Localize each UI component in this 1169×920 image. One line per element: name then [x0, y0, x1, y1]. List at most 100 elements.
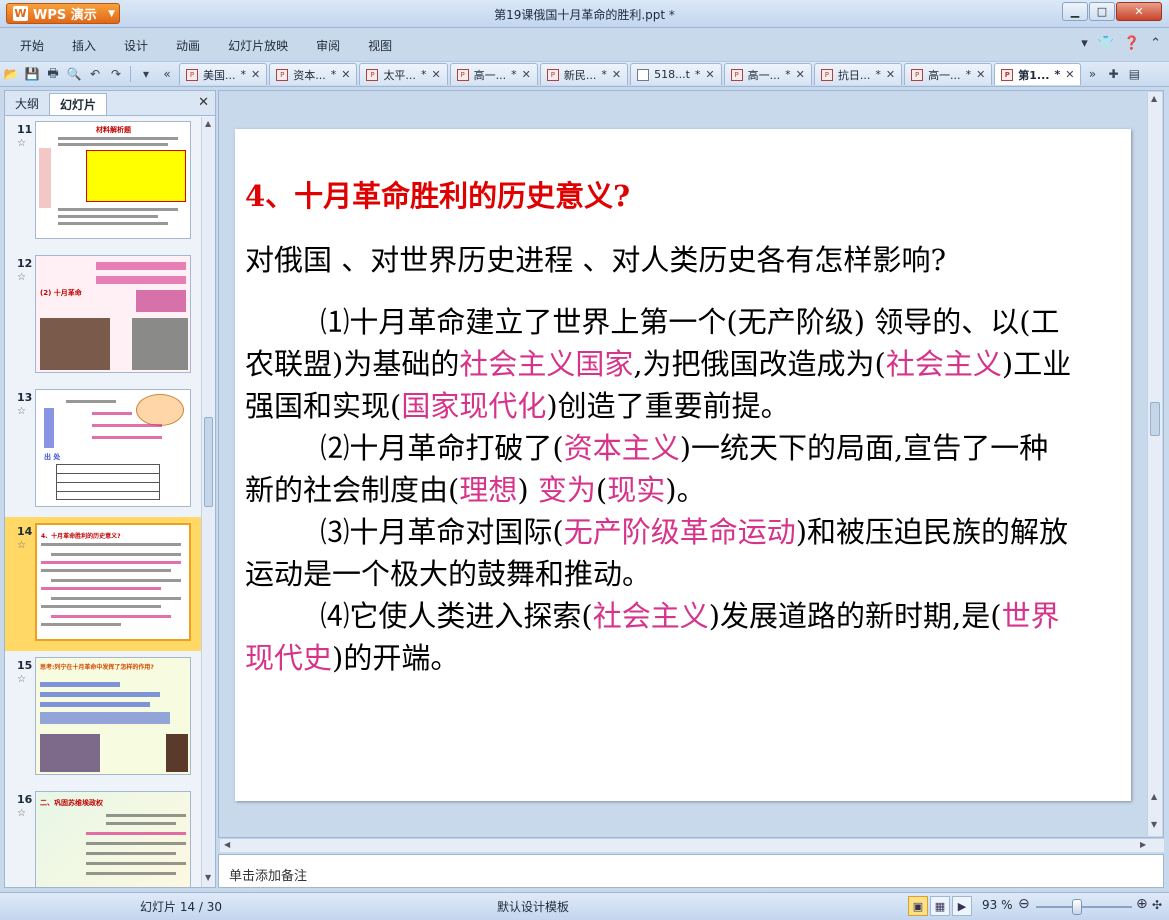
slide-thumbnail-12[interactable]: 12 ☆ (2) 十月革命	[5, 255, 201, 377]
previous-slide-icon[interactable]: ▲	[1151, 792, 1157, 801]
slide-question[interactable]: 对俄国 、对世界历史进程 、对人类历史各有怎样影响?	[245, 237, 946, 279]
doc-tab[interactable]: P 新民... * ✕	[539, 63, 629, 85]
slide-thumbnail-15[interactable]: 15 ☆ 思考:列宁在十月革命中发挥了怎样的作用?	[5, 657, 201, 779]
print-icon[interactable]: 🖶	[43, 64, 63, 84]
close-tab-icon[interactable]: ✕	[431, 68, 440, 81]
design-template-name[interactable]: 默认设计模板	[497, 898, 569, 915]
scrollbar-thumb[interactable]	[204, 417, 213, 507]
thumb-text-line	[58, 215, 158, 218]
print-preview-icon[interactable]: 🔍	[64, 64, 84, 84]
ppt-file-icon: P	[820, 68, 833, 81]
normal-view-button[interactable]: ▣	[908, 896, 928, 916]
modified-mark: *	[875, 68, 881, 81]
help-icon[interactable]: ❓	[1124, 36, 1140, 51]
redo-icon[interactable]: ↷	[106, 64, 126, 84]
menu-review[interactable]: 审阅	[302, 35, 354, 57]
menu-animation[interactable]: 动画	[162, 35, 214, 57]
highlight-text: 无产阶级革命运动	[563, 515, 796, 549]
slide-heading[interactable]: 4、十月革命胜利的历史意义?	[245, 173, 630, 215]
highlight-text: 变为	[537, 473, 596, 507]
menu-slideshow[interactable]: 幻灯片放映	[214, 35, 302, 57]
notes-placeholder[interactable]: 单击添加备注	[229, 865, 307, 884]
menu-home[interactable]: 开始	[0, 35, 58, 57]
slide-body-text[interactable]: ⑴十月革命建立了世界上第一个(无产阶级) 领导的、以(工农联盟)为基础的社会主义…	[245, 301, 1075, 679]
menu-insert[interactable]: 插入	[58, 35, 110, 57]
zoom-slider-track[interactable]	[1036, 906, 1132, 908]
doc-tab[interactable]: P 高一... * ✕	[723, 63, 812, 85]
scroll-down-icon[interactable]: ▼	[205, 873, 211, 882]
close-tab-icon[interactable]: ✕	[612, 68, 621, 81]
doc-tab-label: 抗日...	[837, 68, 871, 82]
doc-tab[interactable]: P 高一... * ✕	[449, 63, 538, 85]
doc-tab[interactable]: P 抗日... * ✕	[813, 63, 903, 85]
slideshow-view-button[interactable]: ▶	[952, 896, 972, 916]
thumbnail-scrollbar[interactable]: ▲ ▼	[201, 117, 215, 887]
tab-slides[interactable]: 幻灯片	[49, 93, 108, 115]
scroll-up-icon[interactable]: ▲	[1151, 94, 1157, 103]
scroll-left-icon[interactable]: ◀	[224, 840, 230, 849]
scrollbar-thumb[interactable]	[1150, 402, 1160, 436]
slide-number: 12	[17, 257, 33, 270]
slide-thumbnail-14[interactable]: 14 ☆ 4、十月革命胜利的历史意义?	[5, 517, 201, 651]
ppt-file-icon: P	[546, 68, 559, 81]
tabs-scroll-left-icon[interactable]: «	[157, 64, 177, 84]
text-run: (	[595, 473, 608, 507]
tabs-scroll-right-icon[interactable]: »	[1082, 64, 1102, 84]
thumb-text-line	[58, 208, 178, 211]
close-tab-icon[interactable]: ✕	[976, 68, 985, 81]
zoom-level[interactable]: 93 %	[982, 898, 1013, 912]
close-tab-icon[interactable]: ✕	[251, 68, 260, 81]
current-slide[interactable]: 4、十月革命胜利的历史意义? 对俄国 、对世界历史进程 、对人类历史各有怎样影响…	[235, 129, 1131, 801]
thumb-title: 二、巩固苏维埃政权	[40, 799, 103, 807]
slide-thumbnail-13[interactable]: 13 ☆ 出 处	[5, 389, 201, 511]
tab-outline[interactable]: 大纲	[5, 93, 49, 115]
doc-tab[interactable]: P 高一... * ✕	[904, 63, 993, 85]
close-tab-icon[interactable]: ✕	[796, 68, 805, 81]
open-folder-icon[interactable]: 📂	[1, 64, 21, 84]
close-tab-icon[interactable]: ✕	[1065, 68, 1074, 81]
zoom-in-icon[interactable]: ⊕	[1136, 896, 1148, 912]
close-tab-icon[interactable]: ✕	[886, 68, 895, 81]
tab-list-icon[interactable]: ▤	[1124, 64, 1144, 84]
slide-thumbnail-16[interactable]: 16 ☆ 二、巩固苏维埃政权	[5, 791, 201, 887]
menu-view[interactable]: 视图	[354, 35, 406, 57]
save-icon[interactable]: 💾	[22, 64, 42, 84]
customize-icon[interactable]: ▾	[136, 64, 156, 84]
close-window-button[interactable]: ✕	[1116, 2, 1162, 21]
scroll-up-icon[interactable]: ▲	[205, 119, 211, 128]
doc-tab[interactable]: P 资本... * ✕	[269, 63, 358, 85]
close-tab-icon[interactable]: ✕	[341, 68, 350, 81]
chevron-down-icon[interactable]: ▾	[1081, 36, 1088, 51]
animation-star-icon: ☆	[17, 138, 26, 149]
menu-design[interactable]: 设计	[110, 35, 162, 57]
doc-tab[interactable]: P 太平... * ✕	[359, 63, 448, 85]
slide-horizontal-scrollbar[interactable]: ◀ ▶	[220, 838, 1164, 852]
zoom-out-icon[interactable]: ⊖	[1018, 896, 1030, 912]
next-slide-icon[interactable]: ▼	[1151, 820, 1157, 829]
scroll-right-icon[interactable]: ▶	[1140, 840, 1146, 849]
minimize-button[interactable]: ▁	[1062, 2, 1088, 21]
thumb-text-line	[86, 842, 186, 845]
slide-vertical-scrollbar[interactable]: ▲ ▲ ▼	[1147, 92, 1162, 836]
zoom-slider-handle[interactable]	[1072, 899, 1082, 915]
doc-tab-active[interactable]: P 第1... * ✕	[994, 63, 1082, 85]
paragraph-2: ⑵十月革命打破了(资本主义)一统天下的局面,宣告了一种新的社会制度由(理想) 变…	[245, 427, 1075, 511]
undo-icon[interactable]: ↶	[85, 64, 105, 84]
slide-thumbnail-11[interactable]: 11 ☆ 材料解析题	[5, 121, 201, 243]
close-tab-icon[interactable]: ✕	[522, 68, 531, 81]
collapse-ribbon-icon[interactable]: ⌃	[1150, 36, 1161, 51]
fit-window-icon[interactable]: ✣	[1152, 898, 1162, 912]
close-tab-icon[interactable]: ✕	[705, 68, 714, 81]
maximize-button[interactable]: □	[1089, 2, 1115, 21]
ppt-file-icon: P	[366, 68, 379, 81]
new-tab-icon[interactable]: ✚	[1103, 64, 1123, 84]
close-panel-icon[interactable]: ✕	[198, 95, 209, 110]
slide-sorter-view-button[interactable]: ▦	[930, 896, 950, 916]
text-file-icon	[637, 68, 650, 81]
doc-tab[interactable]: P 美国... * ✕	[179, 63, 268, 85]
notes-pane[interactable]: 单击添加备注	[218, 854, 1164, 888]
slide-preview: 出 处	[35, 389, 191, 507]
thumb-text-line	[51, 553, 181, 556]
doc-tab[interactable]: 518...t * ✕	[630, 63, 722, 85]
shirt-skin-icon[interactable]: 👕	[1098, 36, 1114, 51]
